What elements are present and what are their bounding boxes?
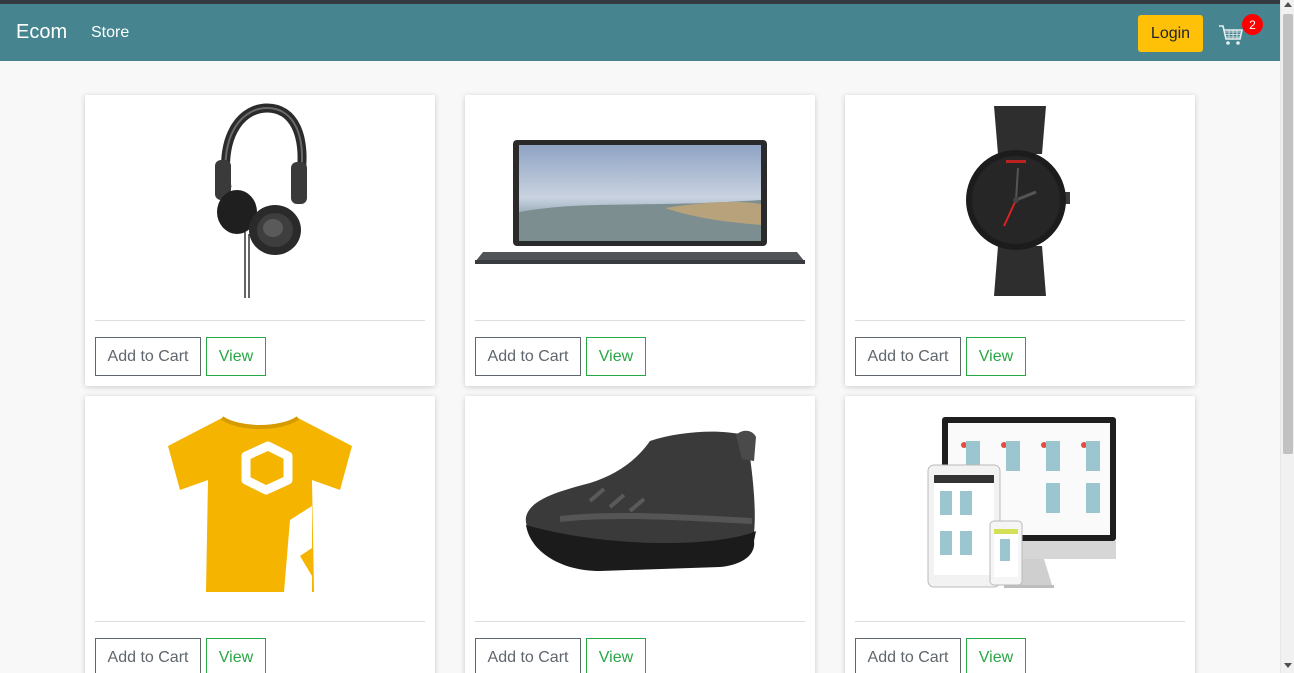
tshirt-icon (168, 416, 352, 592)
navbar: Ecom Store Login 2 (0, 4, 1280, 61)
card-divider (475, 621, 805, 622)
product-card: Add to Cart View (845, 95, 1195, 386)
product-card: Add to Cart View (85, 95, 435, 386)
card-divider (475, 320, 805, 321)
headphones-icon (215, 103, 307, 298)
view-button[interactable]: View (966, 638, 1026, 673)
view-button[interactable]: View (586, 638, 646, 673)
shopping-cart-icon (1219, 25, 1243, 45)
cart-button[interactable]: 2 (1218, 14, 1266, 52)
sneaker-icon (525, 430, 756, 571)
scroll-up-arrow-icon[interactable] (1284, 2, 1292, 7)
product-image (85, 396, 435, 606)
add-to-cart-button[interactable]: Add to Cart (95, 337, 201, 376)
card-divider (855, 621, 1185, 622)
scroll-down-arrow-icon[interactable] (1284, 663, 1292, 668)
product-card: Add to Cart View (465, 396, 815, 673)
product-image (465, 396, 815, 606)
add-to-cart-button[interactable]: Add to Cart (95, 638, 201, 673)
card-divider (855, 320, 1185, 321)
laptop-icon (475, 140, 805, 264)
cart-count-badge: 2 (1242, 14, 1263, 35)
card-divider (95, 320, 425, 321)
product-card: Add to Cart View (85, 396, 435, 673)
view-button[interactable]: View (206, 638, 266, 673)
nav-link-store[interactable]: Store (91, 24, 129, 42)
product-image (465, 95, 815, 305)
view-button[interactable]: View (966, 337, 1026, 376)
add-to-cart-button[interactable]: Add to Cart (475, 337, 581, 376)
product-image (845, 396, 1195, 606)
product-image (85, 95, 435, 305)
view-button[interactable]: View (586, 337, 646, 376)
brand-logo[interactable]: Ecom (16, 21, 67, 44)
add-to-cart-button[interactable]: Add to Cart (475, 638, 581, 673)
add-to-cart-button[interactable]: Add to Cart (855, 638, 961, 673)
devices-storefront-icon (927, 417, 1116, 588)
watch-icon (966, 106, 1070, 296)
login-button[interactable]: Login (1138, 15, 1203, 52)
vertical-scrollbar[interactable] (1280, 0, 1294, 673)
card-divider (95, 621, 425, 622)
add-to-cart-button[interactable]: Add to Cart (855, 337, 961, 376)
product-card: Add to Cart View (845, 396, 1195, 673)
product-card: Add to Cart View (465, 95, 815, 386)
product-image (845, 95, 1195, 305)
scroll-thumb[interactable] (1283, 14, 1293, 454)
view-button[interactable]: View (206, 337, 266, 376)
